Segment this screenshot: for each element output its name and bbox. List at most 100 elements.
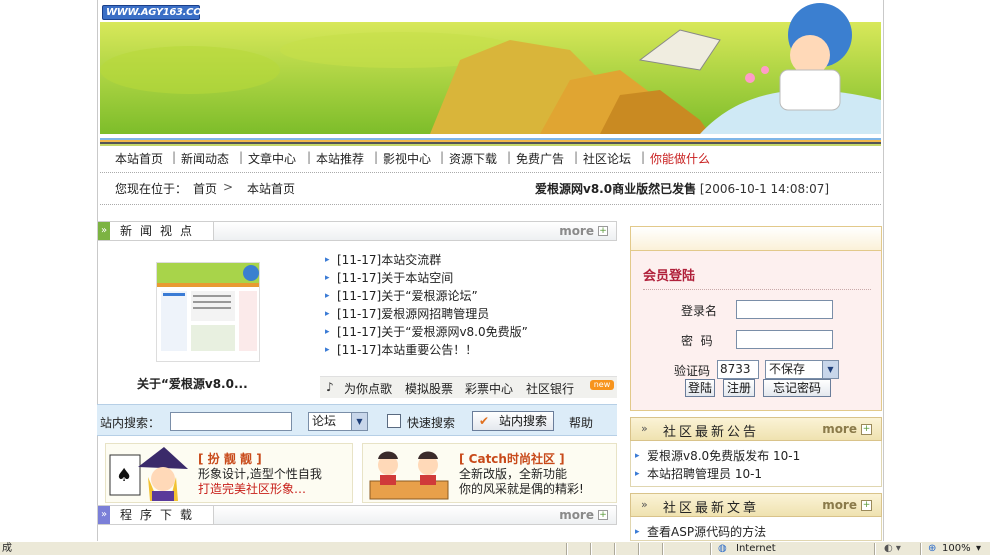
news-item-text[interactable]: [11-17]本站重要公告！！: [337, 343, 477, 357]
news-item-text[interactable]: [11-17]关于本站空间: [337, 271, 453, 285]
news-more-link[interactable]: more: [559, 224, 594, 238]
nav-item-8[interactable]: 你能做什么: [650, 150, 710, 167]
promo-catch-community[interactable]: [ Catch时尚社区 ] 全新改版，全新功能 你的风采就是偶的精彩!: [362, 443, 617, 503]
news-thumbnail[interactable]: [156, 262, 260, 362]
site-search-button[interactable]: ✔ 站内搜索: [472, 411, 554, 431]
promo-makeover-image: ♠: [109, 447, 188, 501]
news-item[interactable]: ▸ [11-17]爱根源网招聘管理员: [325, 305, 615, 323]
promo-makeover-line2[interactable]: 打造完美社区形象…: [198, 480, 306, 497]
register-button[interactable]: 注册: [723, 379, 755, 397]
banner-illustration: [100, 3, 881, 134]
news-list: ▸ [11-17]本站交流群 ▸ [11-17]关于本站空间 ▸ [11-17]关于“爱根…: [325, 251, 615, 359]
forgot-password-button[interactable]: 忘记密码: [763, 379, 831, 397]
news-item-text[interactable]: [11-17]关于“爱根源网v8.0免费版”: [337, 325, 528, 339]
news-item-text[interactable]: [11-17]关于“爱根源论坛”: [337, 289, 478, 303]
captcha-label: 验证码: [674, 364, 711, 378]
login-box-top: [631, 227, 881, 251]
remember-select[interactable]: 不保存 ▼: [765, 360, 839, 379]
password-label: 密 码: [681, 334, 713, 348]
quick-link-song[interactable]: 为你点歌: [344, 380, 392, 397]
articles-list: ▸ 查看ASP源代码的方法: [630, 517, 882, 541]
news-item[interactable]: ▸ [11-17]关于“爱根源网v8.0免费版”: [325, 323, 615, 341]
nav-item-3[interactable]: 本站推荐: [316, 150, 364, 167]
promo-makeover[interactable]: ♠ [ 扮 靓 靓 ] 形象设计,造型个性自我 打造完美社区形象…: [105, 443, 353, 503]
section-marker-icon: »: [98, 222, 110, 240]
notice-item-text[interactable]: 本站招聘管理员 10-1: [647, 467, 762, 481]
news-item[interactable]: ▸ [11-17]本站重要公告！！: [325, 341, 615, 359]
zoom-level[interactable]: 100%: [942, 542, 971, 555]
chevron-down-icon[interactable]: ▼: [822, 361, 838, 378]
quick-link-bank[interactable]: 社区银行: [526, 380, 574, 397]
quick-link-lottery[interactable]: 彩票中心: [465, 380, 513, 397]
notices-list: ▸ 爱根源v8.0免费版发布 10-1 ▸ 本站招聘管理员 10-1: [630, 441, 882, 487]
news-item-text[interactable]: [11-17]本站交流群: [337, 253, 441, 267]
double-chevron-icon: »: [641, 422, 648, 435]
download-section-title: 程序下载: [110, 506, 214, 524]
site-logo[interactable]: WWW.AGY163.COM: [102, 5, 211, 20]
news-item-text[interactable]: [11-17]爱根源网招聘管理员: [337, 307, 489, 321]
articles-more-link[interactable]: more: [822, 498, 857, 512]
login-button[interactable]: 登陆: [685, 379, 715, 397]
login-form: 会员登陆 登录名 密 码 验证码 8733 不保存 ▼ 登陆 注册 忘记密码: [631, 251, 881, 410]
username-field[interactable]: [736, 300, 833, 319]
site-search-bar: 站内搜索： 论坛 ▼ 快速搜索 ✔ 站内搜索 帮助: [97, 404, 617, 436]
news-thumbnail-image: [157, 263, 259, 351]
remember-select-value: 不保存: [769, 362, 806, 376]
article-item-text[interactable]: 查看ASP源代码的方法: [647, 525, 766, 539]
nav-separator: |: [307, 150, 312, 164]
privacy-icon[interactable]: ◐ ▾: [884, 542, 901, 555]
plus-icon[interactable]: +: [598, 510, 608, 520]
search-scope-value: 论坛: [312, 414, 337, 428]
notice-item[interactable]: ▸ 爱根源v8.0免费版发布 10-1: [631, 447, 881, 465]
bullet-arrow-icon: ▸: [635, 469, 640, 479]
status-separator: [566, 543, 568, 555]
news-section-header: » 新闻视点 more +: [97, 221, 617, 241]
nav-item-7[interactable]: 社区论坛: [583, 150, 631, 167]
chevron-down-icon[interactable]: ▼: [351, 413, 367, 430]
news-item[interactable]: ▸ [11-17]本站交流群: [325, 251, 615, 269]
breadcrumb-arrow-icon: >: [223, 180, 234, 194]
nav-item-6[interactable]: 免费广告: [516, 150, 564, 167]
download-section-header: » 程序下载 more +: [97, 505, 617, 525]
search-help-link[interactable]: 帮助: [569, 414, 593, 431]
breadcrumb-home[interactable]: 首页: [193, 180, 217, 197]
plus-icon[interactable]: +: [861, 500, 872, 511]
news-thumbnail-caption[interactable]: 关于“爱根源v8.0...: [137, 375, 248, 392]
password-field[interactable]: [736, 330, 833, 349]
captcha-field[interactable]: 8733: [717, 360, 759, 379]
zoom-icon[interactable]: ⊕: [928, 542, 936, 555]
notice-item-text[interactable]: 爱根源v8.0免费版发布 10-1: [647, 449, 800, 463]
news-item[interactable]: ▸ [11-17]关于本站空间: [325, 269, 615, 287]
chevron-down-icon[interactable]: ▾: [976, 542, 981, 555]
plus-icon[interactable]: +: [598, 226, 608, 236]
article-item[interactable]: ▸ 查看ASP源代码的方法: [631, 523, 881, 541]
nav-item-5[interactable]: 资源下载: [449, 150, 497, 167]
page-frame-right: [883, 0, 884, 541]
nav-item-4[interactable]: 影视中心: [383, 150, 431, 167]
download-more-link[interactable]: more: [559, 508, 594, 522]
plus-icon[interactable]: +: [861, 424, 872, 435]
nav-item-2[interactable]: 文章中心: [248, 150, 296, 167]
nav-separator: |: [374, 150, 379, 164]
quick-link-stocks[interactable]: 模拟股票: [405, 380, 453, 397]
search-input[interactable]: [170, 412, 292, 431]
headline-news[interactable]: 爱根源网v8.0商业版然已发售 [2006-10-1 14:08:07]: [535, 180, 829, 197]
login-divider: [643, 289, 871, 290]
nav-item-0[interactable]: 本站首页: [115, 150, 163, 167]
browser-status-bar: 成 ◍ Internet ◐ ▾ ⊕ 100% ▾: [0, 541, 990, 555]
notice-item[interactable]: ▸ 本站招聘管理员 10-1: [631, 465, 881, 483]
quick-search-checkbox[interactable]: [387, 414, 401, 428]
headline-title[interactable]: 爱根源网v8.0商业版然已发售: [535, 182, 696, 196]
news-item[interactable]: ▸ [11-17]关于“爱根源论坛”: [325, 287, 615, 305]
status-separator: [920, 543, 922, 555]
browser-page: WWW.AGY163.COM 本站首页 | 新闻动态 | 文章中心 | 本站推荐 | 影视中心 |…: [0, 0, 990, 555]
section-marker-icon: »: [98, 506, 110, 524]
notices-more-link[interactable]: more: [822, 422, 857, 436]
bullet-arrow-icon: ▸: [325, 345, 330, 355]
nav-separator: |: [172, 150, 177, 164]
headline-date: [2006-10-1 14:08:07]: [699, 182, 830, 196]
breadcrumb-prefix: 您现在位于：: [115, 182, 188, 196]
nav-item-1[interactable]: 新闻动态: [181, 150, 229, 167]
search-scope-select[interactable]: 论坛 ▼: [308, 412, 368, 431]
bullet-arrow-icon: ▸: [325, 273, 330, 283]
